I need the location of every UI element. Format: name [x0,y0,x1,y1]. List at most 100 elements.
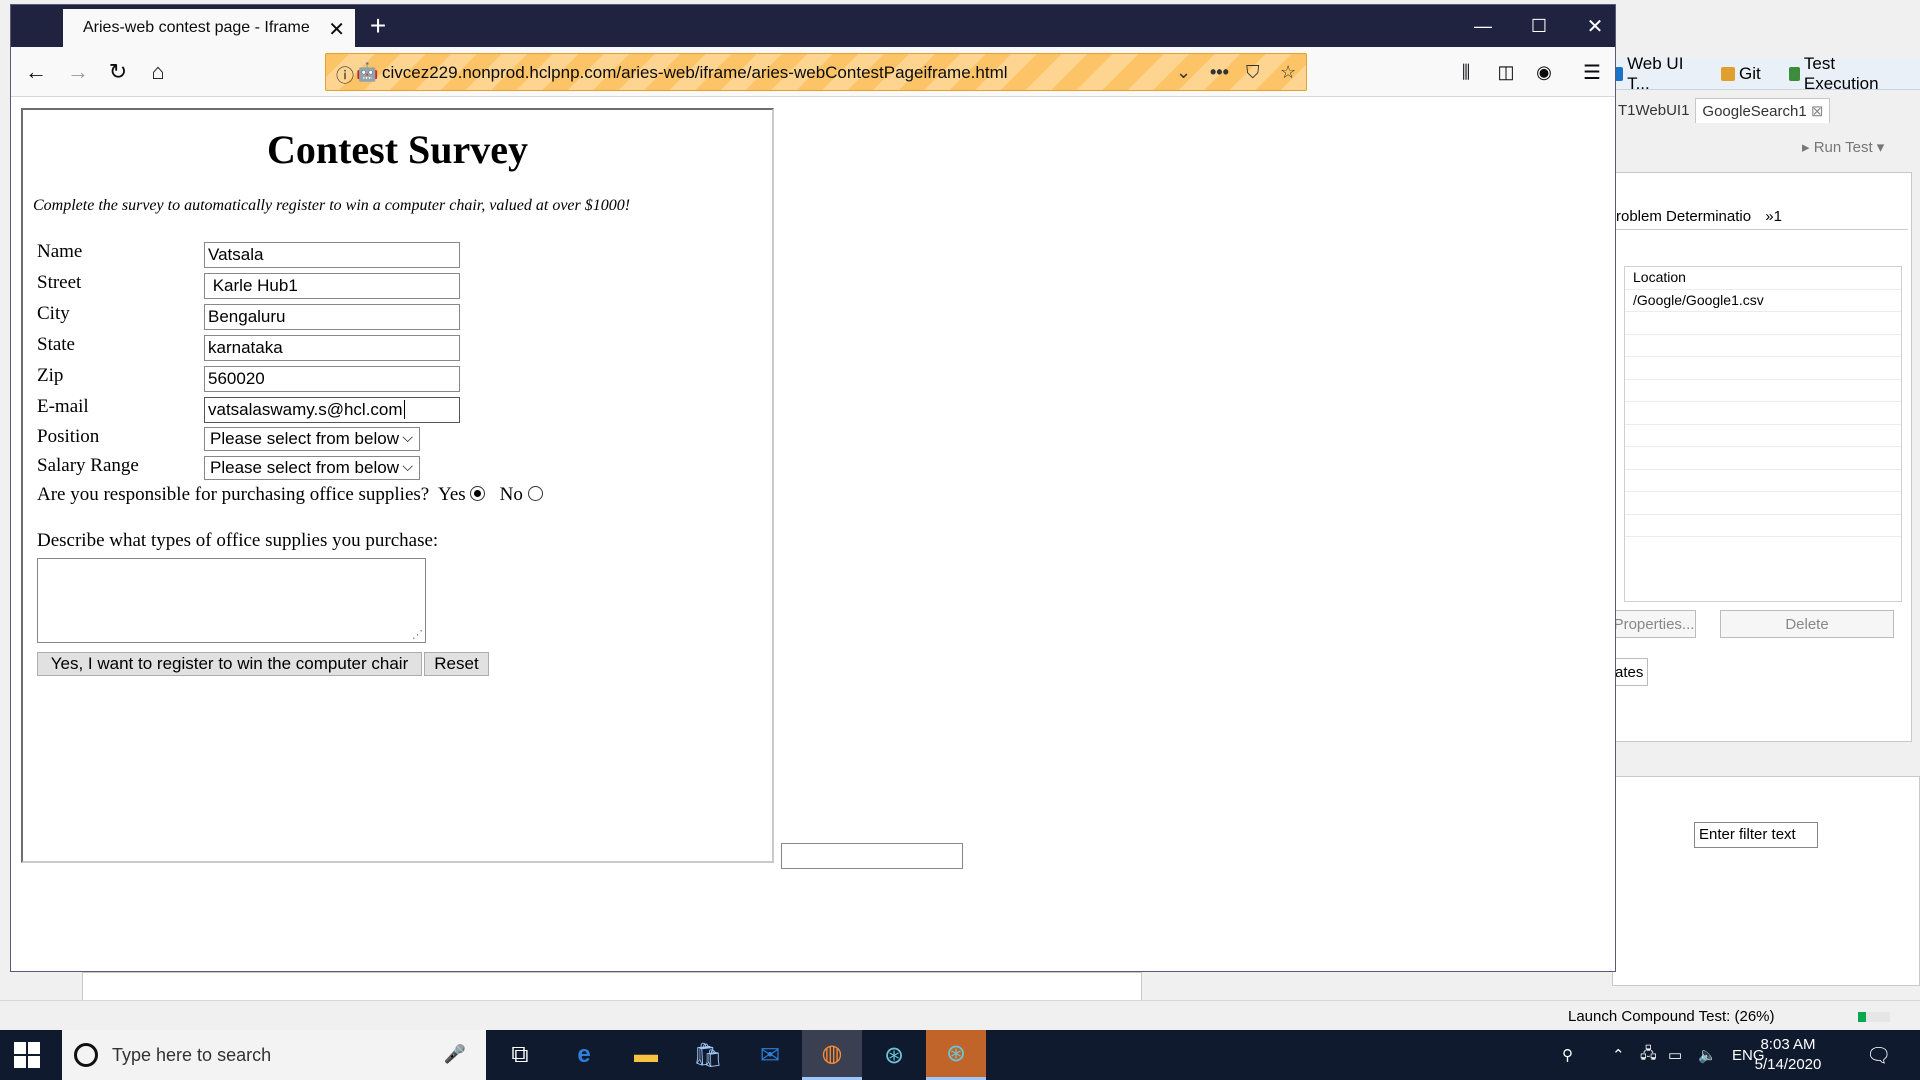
account-icon[interactable]: ◉ [1529,57,1559,87]
tab-t1webui1[interactable]: T1WebUI1 [1612,99,1695,122]
store-icon[interactable]: 🛍 [678,1030,738,1080]
templates-button[interactable]: ates [1612,658,1648,686]
new-tab-button[interactable]: + [361,10,395,41]
city-field[interactable]: Bengaluru [204,304,460,330]
name-field[interactable]: Vatsala [204,242,460,268]
forward-button[interactable]: → [63,57,93,87]
file-explorer-icon[interactable]: ▬ [616,1030,676,1080]
no-label: No [499,484,523,505]
forward-arrow-icon: → [67,59,89,84]
notification-icon[interactable]: 🗨 [1866,1030,1891,1080]
ide-editor-tabs: T1WebUI1 GoogleSearch1 ⊠ [1612,97,1920,123]
table-row [1625,335,1901,357]
position-select[interactable]: Please select from below ⌵ [204,427,420,451]
position-label: Position [37,426,100,447]
survey-subtitle: Complete the survey to automatically reg… [33,197,631,214]
chevron-down-icon: ⌵ [402,429,413,445]
taskbar-search-box[interactable]: Type here to search 🎤 [62,1030,486,1080]
close-window-button[interactable]: ✕ [1567,11,1623,41]
salary-range-select[interactable]: Please select from below ⌵ [204,456,420,480]
describe-textarea[interactable]: ⋰ [37,558,426,643]
delete-button[interactable]: Delete [1720,610,1894,638]
windows-taskbar: Type here to search 🎤 ⧉ e ▬ 🛍 ✉ ◍ ⊛ ⊛ ⚲ … [0,1030,1920,1080]
street-field[interactable]: Karle Hub1 [204,273,460,299]
tab-overflow[interactable]: »1 [1765,208,1782,225]
network-icon[interactable]: 🖧 [1640,1030,1657,1080]
table-header: Location [1625,267,1901,290]
address-bar[interactable]: ⓘ 🤖 civcez229.nonprod.hclpnp.com/aries-w… [325,53,1307,91]
state-label: State [37,334,75,355]
hcl-onetest-active-icon[interactable]: ⊛ [926,1030,986,1080]
home-button[interactable]: ⌂ [143,57,173,87]
title-bar: Aries-web contest page - Iframe ✕ + — ☐ … [11,5,1615,47]
mail-icon[interactable]: ✉ [740,1030,800,1080]
city-label: City [37,303,70,324]
no-radio[interactable] [527,486,543,501]
minimize-button[interactable]: — [1455,11,1511,41]
battery-icon[interactable]: ▭ [1668,1030,1682,1080]
register-button[interactable]: Yes, I want to register to win the compu… [37,652,422,676]
table-row [1625,515,1901,537]
firefox-taskbar-icon[interactable]: ◍ [802,1030,862,1080]
chevron-down-icon[interactable]: ⌄ [1176,62,1191,83]
perspective-web-ui[interactable]: Web UI T... [1612,54,1707,94]
pocket-icon[interactable]: ⛉ [1246,62,1260,83]
url-text: civcez229.nonprod.hclpnp.com/aries-web/i… [382,63,1008,82]
progress-fill [1858,1012,1867,1022]
perspective-test-execution[interactable]: Test Execution [1788,54,1906,94]
tab-googlesearch1[interactable]: GoogleSearch1 ⊠ [1695,97,1831,123]
reload-button[interactable]: ↻ [103,57,133,87]
resize-grip-icon[interactable]: ⋰ [412,628,423,641]
ide-lower-panel [1612,776,1920,986]
windows-start-button[interactable] [14,1042,40,1068]
clock[interactable]: 8:03 AM 5/14/2020 [1738,1035,1838,1075]
run-test-button[interactable]: ▸ Run Test ▾ [1802,138,1884,156]
hcl-onetest-icon[interactable]: ⊛ [864,1030,924,1080]
purchasing-question-row: Are you responsible for purchasing offic… [37,484,543,506]
robot-icon[interactable]: 🤖 [356,62,378,83]
task-view-icon[interactable]: ⧉ [490,1030,550,1080]
edge-icon[interactable]: e [554,1030,614,1080]
run-icon: ▸ [1802,139,1810,156]
close-tab-icon[interactable]: ✕ [328,17,345,42]
salary-range-label: Salary Range [37,455,139,476]
library-icon[interactable]: ⫼ [1451,57,1481,87]
contest-iframe: Contest Survey Complete the survey to au… [21,108,774,863]
table-row [1625,470,1901,492]
volume-icon[interactable]: 🔈 [1698,1030,1717,1080]
chevron-down-icon: ⌵ [402,458,413,474]
perspective-git[interactable]: Git [1720,64,1775,84]
email-field[interactable]: vatsalaswamy.s@hcl.com [204,397,460,423]
tab-title: Aries-web contest page - Iframe [83,19,310,36]
page-title: Contest Survey [266,127,529,172]
describe-label: Describe what types of office supplies y… [37,530,439,551]
back-button[interactable]: ← [21,57,51,87]
table-row[interactable]: /Google/Google1.csv [1625,290,1901,312]
table-row [1625,447,1901,470]
bookmark-star-icon[interactable]: ☆ [1280,62,1296,83]
more-actions-icon[interactable]: ••• [1210,62,1229,83]
info-icon[interactable]: ⓘ [336,62,354,88]
browser-tab[interactable]: Aries-web contest page - Iframe ✕ [63,9,355,47]
table-row [1625,357,1901,380]
menu-icon[interactable]: ☰ [1577,57,1607,87]
people-icon[interactable]: ⚲ [1562,1030,1573,1080]
test-execution-icon [1788,66,1800,81]
cortana-icon [74,1043,98,1067]
properties-button[interactable]: Properties... [1612,610,1696,638]
page-text-input[interactable] [781,843,963,869]
filter-input[interactable]: Enter filter text [1694,822,1818,848]
state-field[interactable]: karnataka [204,335,460,361]
problem-determination-tab[interactable]: roblem Determinatio »1 [1612,206,1908,230]
microphone-icon[interactable]: 🎤 [444,1044,466,1065]
close-tab-icon[interactable]: ⊠ [1811,103,1824,120]
status-text: Launch Compound Test: (26%) [1568,1008,1775,1025]
navigation-bar: ← → ↻ ⌂ ⓘ 🤖 civcez229.nonprod.hclpnp.com… [11,47,1615,97]
sidebar-icon[interactable]: ◫ [1491,57,1521,87]
reset-button[interactable]: Reset [424,652,489,676]
maximize-button[interactable]: ☐ [1511,11,1567,41]
tray-overflow-icon[interactable]: ⌃ [1612,1030,1625,1080]
yes-radio[interactable] [470,486,486,501]
zip-field[interactable]: 560020 [204,366,460,392]
table-row [1625,312,1901,335]
